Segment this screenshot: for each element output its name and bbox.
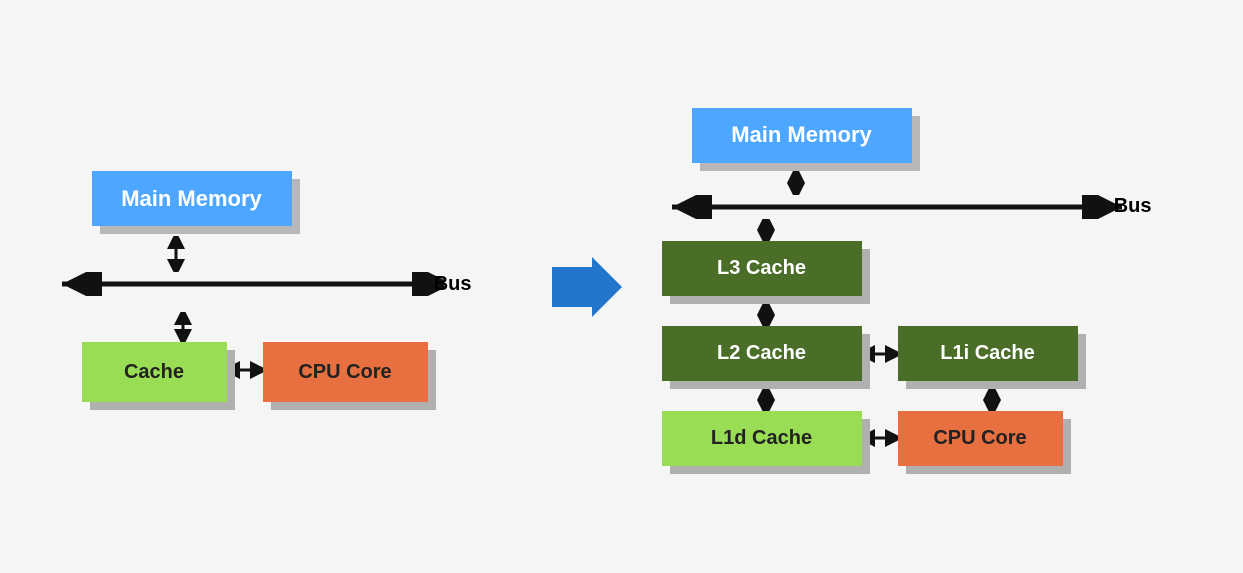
v-arrow-l1i-cpu (980, 389, 1004, 411)
left-main-memory: Main Memory (92, 171, 292, 226)
right-l1i-cache: L1i Cache (898, 326, 1078, 381)
v-arrow-bus-cache (171, 312, 195, 342)
left-cpu-core: CPU Core (263, 342, 428, 402)
right-bus-label: Bus (1114, 195, 1152, 218)
right-main-memory: Main Memory (692, 108, 912, 163)
right-diagram: Main Memory (662, 108, 1192, 466)
transition-arrow (552, 257, 622, 317)
right-bus-line (662, 195, 1124, 219)
right-l1d-cache: L1d Cache (662, 411, 862, 466)
v-arrow-l2-l1d (754, 389, 778, 411)
right-l2-cache: L2 Cache (662, 326, 862, 381)
big-right-arrow (552, 257, 622, 317)
main-container: Main Memory (22, 108, 1222, 466)
left-diagram: Main Memory (52, 171, 512, 402)
left-cache: Cache (82, 342, 227, 402)
right-cpu-core: CPU Core (898, 411, 1063, 466)
left-bus-label: Bus (434, 273, 472, 296)
v-arrow-rmem-bus (784, 171, 808, 195)
left-bus-line (52, 272, 444, 296)
v-arrow-l3-l2 (754, 304, 778, 326)
right-l3-cache: L3 Cache (662, 241, 862, 296)
v-arrow-mem-bus (164, 236, 188, 272)
v-arrow-bus-l3 (754, 219, 778, 241)
